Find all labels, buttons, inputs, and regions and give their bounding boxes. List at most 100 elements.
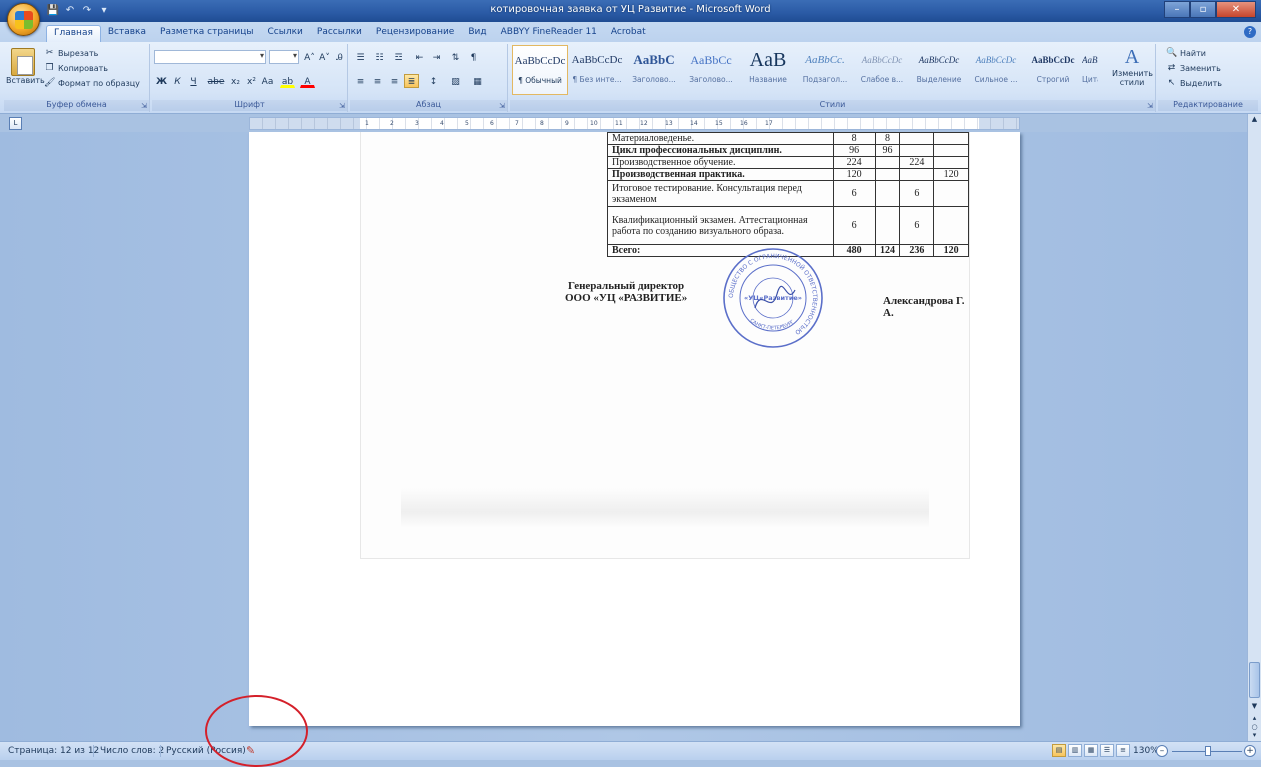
tab-home[interactable]: Главная [46, 25, 101, 42]
table-cell-name: Квалификационный экзамен. Аттестационная… [607, 206, 834, 245]
show-marks-button[interactable]: ¶ [466, 50, 481, 64]
clear-format-button[interactable]: Ꭿ [332, 50, 347, 64]
style-preview: AaBbCc [690, 53, 732, 67]
font-size-combo[interactable] [269, 50, 299, 64]
style-subtle-emphasis[interactable]: AaBbCcDc Слабое в... [854, 45, 910, 95]
print-layout-view-icon[interactable]: ▤ [1052, 744, 1066, 757]
select-button[interactable]: ↖ Выделить [1166, 78, 1222, 89]
style-subtitle[interactable]: AaBbCc. Подзагол... [797, 45, 853, 95]
style-no-spacing[interactable]: AaBbCcDc ¶ Без инте... [569, 45, 625, 95]
italic-button[interactable]: К [170, 74, 185, 88]
tab-abbyy[interactable]: ABBYY FineReader 11 [494, 25, 604, 42]
style-preview: AaBbCcDc [571, 54, 623, 66]
bullets-button[interactable]: ☰ [353, 50, 368, 64]
web-layout-view-icon[interactable]: ▦ [1084, 744, 1098, 757]
table-cell: 124 [874, 244, 901, 257]
tab-acrobat[interactable]: Acrobat [604, 25, 653, 42]
maximize-button[interactable]: ▫ [1190, 1, 1216, 18]
table-cell: 8 [874, 132, 901, 145]
svg-text:САНКТ-ПЕТЕРБУРГ: САНКТ-ПЕТЕРБУРГ [749, 318, 796, 332]
proofing-error-icon[interactable]: ✎ [246, 744, 255, 757]
underline-button[interactable]: Ч [186, 74, 201, 88]
superscript-button[interactable]: x² [244, 74, 259, 88]
line-spacing-button[interactable]: ↕ [426, 74, 441, 88]
office-button[interactable] [7, 3, 40, 36]
dialog-launcher-icon[interactable]: ⇲ [499, 102, 505, 110]
minimize-button[interactable]: – [1164, 1, 1190, 18]
scroll-up-icon[interactable]: ▲ [1248, 115, 1261, 125]
style-label: Заголово... [632, 75, 676, 84]
increase-indent-button[interactable]: ⇥ [429, 50, 444, 64]
full-screen-reading-view-icon[interactable]: ▥ [1068, 744, 1082, 757]
numbering-button[interactable]: ☷ [372, 50, 387, 64]
tab-insert[interactable]: Вставка [101, 25, 153, 42]
style-intense-emphasis[interactable]: AaBbCcDc Сильное ... [968, 45, 1024, 95]
ribbon: Вставить ✂ Вырезать ❐ Копировать 🖌 Формат п… [0, 42, 1261, 114]
align-left-button[interactable]: ≡ [353, 74, 368, 88]
zoom-out-button[interactable]: – [1156, 745, 1168, 757]
table-cell: 120 [933, 168, 969, 181]
format-painter-button[interactable]: 🖌 Формат по образцу [44, 78, 140, 89]
scrollbar-thumb[interactable] [1249, 662, 1260, 698]
table-cell-name: Итоговое тестирование. Консультация пере… [607, 180, 834, 207]
cut-button[interactable]: ✂ Вырезать [44, 48, 99, 59]
zoom-level[interactable]: 130% [1133, 746, 1159, 756]
sort-button[interactable]: ⇅ [448, 50, 463, 64]
strikethrough-button[interactable]: abe [206, 74, 226, 88]
zoom-in-button[interactable]: + [1244, 745, 1256, 757]
dialog-launcher-icon[interactable]: ⇲ [141, 102, 147, 110]
dialog-launcher-icon[interactable]: ⇲ [339, 102, 345, 110]
tab-review[interactable]: Рецензирование [369, 25, 461, 42]
align-center-button[interactable]: ≡ [370, 74, 385, 88]
tab-references[interactable]: Ссылки [261, 25, 310, 42]
table-cell [933, 206, 969, 245]
office-logo-icon [14, 10, 33, 29]
find-button[interactable]: 🔍 Найти [1166, 48, 1206, 59]
outline-view-icon[interactable]: ☰ [1100, 744, 1114, 757]
horizontal-ruler[interactable]: 1 2 3 4 5 6 7 8 9 10 11 12 13 14 15 16 1… [249, 117, 1020, 130]
page-count[interactable]: Страница: 12 из 12 [8, 746, 99, 756]
document-page[interactable]: Материаловеденье. 8 8 Цикл профессиональ… [249, 132, 1020, 726]
vertical-scrollbar[interactable]: ▲ ▼ ▴ ○ ▾ [1247, 114, 1261, 741]
shrink-font-button[interactable]: A˅ [317, 50, 332, 64]
borders-button[interactable]: ▦ [470, 74, 485, 88]
multilevel-list-button[interactable]: ☲ [391, 50, 406, 64]
language-indicator[interactable]: Русский (Россия) [166, 746, 246, 756]
shading-button[interactable]: ▨ [448, 74, 463, 88]
paste-button[interactable]: Вставить [6, 48, 45, 85]
style-emphasis[interactable]: AaBbCcDc Выделение [911, 45, 967, 95]
subscript-button[interactable]: x₂ [228, 74, 243, 88]
next-page-icon[interactable]: ▾ [1248, 731, 1261, 741]
table-cell-name: Производственное обучение. [607, 156, 834, 169]
close-button[interactable]: ✕ [1216, 1, 1256, 18]
word-count[interactable]: Число слов: 2 [100, 746, 164, 756]
tab-view[interactable]: Вид [461, 25, 493, 42]
style-strong[interactable]: AaBbCcDc Строгий [1025, 45, 1081, 95]
style-heading-1[interactable]: AaBbC Заголово... [626, 45, 682, 95]
grow-font-button[interactable]: A˄ [302, 50, 317, 64]
style-normal[interactable]: AaBbCcDc ¶ Обычный [512, 45, 568, 95]
change-styles-button[interactable]: A Изменить стили [1112, 46, 1153, 87]
zoom-slider-knob[interactable] [1205, 746, 1211, 756]
font-name-combo[interactable] [154, 50, 266, 64]
help-icon[interactable]: ? [1244, 26, 1256, 38]
style-heading-2[interactable]: AaBbCc Заголово... [683, 45, 739, 95]
align-right-button[interactable]: ≡ [387, 74, 402, 88]
decrease-indent-button[interactable]: ⇤ [412, 50, 427, 64]
change-case-button[interactable]: Aa [260, 74, 275, 88]
justify-button[interactable]: ≣ [404, 74, 419, 88]
font-color-button[interactable]: A [300, 74, 315, 88]
style-title[interactable]: AaB Название [740, 45, 796, 95]
tab-mailings[interactable]: Рассылки [310, 25, 369, 42]
tab-selector-button[interactable]: L [9, 117, 22, 130]
tab-page-layout[interactable]: Разметка страницы [153, 25, 261, 42]
replace-button[interactable]: ⇄ Заменить [1166, 63, 1221, 74]
copy-button[interactable]: ❐ Копировать [44, 63, 108, 74]
dialog-launcher-icon[interactable]: ⇲ [1147, 102, 1153, 110]
highlight-button[interactable]: ab [280, 74, 295, 88]
style-preview: AaBbCcDc [861, 55, 903, 65]
style-quote-2[interactable]: AaBbCcDc Цитата 2 [1082, 45, 1098, 95]
bold-button[interactable]: Ж [154, 74, 169, 88]
scroll-down-icon[interactable]: ▼ [1248, 702, 1261, 712]
draft-view-icon[interactable]: ≡ [1116, 744, 1130, 757]
